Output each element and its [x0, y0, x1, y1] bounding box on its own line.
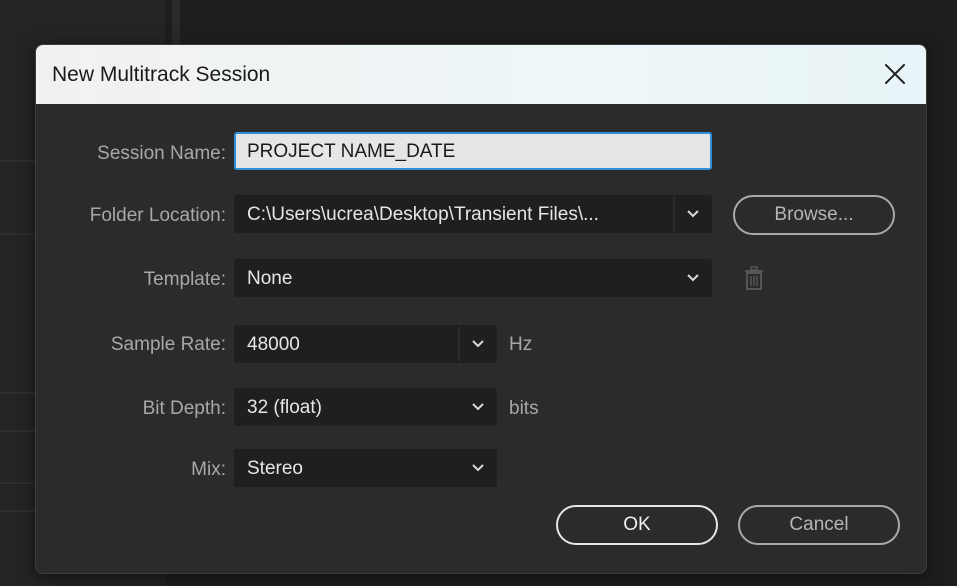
mix-label: Mix: [191, 459, 226, 480]
mix-dropdown[interactable]: Stereo [234, 449, 497, 487]
chevron-down-icon [460, 389, 496, 425]
session-name-value: PROJECT NAME_DATE [247, 141, 456, 162]
template-label: Template: [143, 269, 226, 290]
template-value: None [247, 268, 293, 289]
background-divider [0, 233, 35, 235]
folder-location-dropdown[interactable]: C:\Users\ucrea\Desktop\Transient Files\.… [234, 195, 712, 233]
bit-depth-label: Bit Depth: [142, 398, 226, 419]
folder-location-label: Folder Location: [89, 205, 226, 226]
session-name-input[interactable]: PROJECT NAME_DATE [234, 132, 712, 170]
chevron-down-icon[interactable] [460, 326, 496, 362]
close-button[interactable] [878, 57, 912, 91]
bit-depth-value: 32 (float) [247, 397, 322, 418]
sample-rate-combobox[interactable]: 48000 [234, 325, 497, 363]
ok-button[interactable]: OK [556, 505, 718, 545]
new-multitrack-session-dialog: New Multitrack Session Session Name: PRO… [35, 44, 927, 574]
background-divider [0, 430, 35, 432]
browse-button[interactable]: Browse... [733, 195, 895, 235]
sample-rate-unit: Hz [509, 334, 533, 355]
background-divider [0, 392, 35, 394]
bit-depth-unit: bits [509, 398, 539, 419]
trash-icon[interactable] [743, 266, 765, 292]
folder-location-value: C:\Users\ucrea\Desktop\Transient Files\.… [247, 204, 599, 225]
chevron-down-icon [460, 450, 496, 486]
close-icon [885, 64, 905, 84]
background-divider [0, 510, 35, 512]
background-divider [0, 482, 35, 484]
sample-rate-label: Sample Rate: [110, 334, 226, 355]
bit-depth-dropdown[interactable]: 32 (float) [234, 388, 497, 426]
template-dropdown[interactable]: None [234, 259, 712, 297]
mix-value: Stereo [247, 458, 303, 479]
dialog-titlebar: New Multitrack Session [36, 45, 926, 104]
dialog-title: New Multitrack Session [52, 63, 271, 86]
session-name-label: Session Name: [97, 143, 226, 164]
background-divider [0, 160, 35, 162]
chevron-down-icon [675, 260, 711, 296]
chevron-down-icon[interactable] [675, 196, 711, 232]
background-divider [172, 0, 180, 44]
cancel-button[interactable]: Cancel [738, 505, 900, 545]
sample-rate-value: 48000 [247, 334, 300, 355]
